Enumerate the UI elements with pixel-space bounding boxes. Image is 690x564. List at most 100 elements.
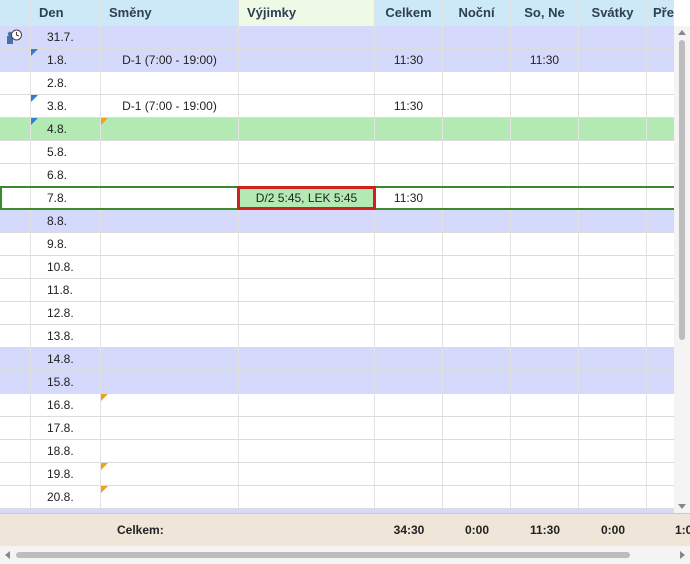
exception-cell[interactable] — [239, 440, 375, 462]
table-row[interactable]: 18.8. — [0, 440, 674, 463]
column-header-holidays[interactable]: Svátky — [579, 0, 647, 26]
shift-cell[interactable] — [101, 417, 239, 439]
vertical-scrollbar[interactable] — [674, 26, 690, 513]
exception-cell[interactable] — [239, 141, 375, 163]
shift-cell[interactable] — [101, 72, 239, 94]
table-row[interactable]: 14.8. — [0, 348, 674, 371]
clock-person-icon[interactable] — [6, 29, 22, 45]
exception-cell[interactable] — [239, 26, 375, 48]
table-row[interactable]: 20.8. — [0, 486, 674, 509]
night-cell — [443, 371, 511, 393]
overtime-cell — [647, 26, 674, 48]
horizontal-scroll-thumb[interactable] — [16, 552, 630, 558]
shift-cell[interactable] — [101, 440, 239, 462]
table-row[interactable]: 12.8. — [0, 302, 674, 325]
shift-cell[interactable] — [101, 486, 239, 508]
exception-cell[interactable] — [239, 233, 375, 255]
shift-cell[interactable] — [101, 302, 239, 324]
shift-cell[interactable] — [101, 26, 239, 48]
horizontal-scrollbar[interactable] — [0, 546, 690, 564]
shift-cell[interactable]: D-1 (7:00 - 19:00) — [101, 49, 239, 71]
day-label: 4.8. — [47, 122, 68, 136]
table-row[interactable]: 9.8. — [0, 233, 674, 256]
shift-cell[interactable] — [101, 279, 239, 301]
table-row[interactable]: 2.8. — [0, 72, 674, 95]
holidays-cell — [579, 49, 647, 71]
exception-cell[interactable] — [239, 279, 375, 301]
exception-cell[interactable] — [239, 164, 375, 186]
overtime-cell — [647, 394, 674, 416]
holidays-cell — [579, 440, 647, 462]
scroll-right-icon[interactable] — [680, 551, 685, 559]
table-row[interactable]: 31.7. — [0, 26, 674, 49]
exception-cell[interactable] — [239, 325, 375, 347]
column-header-night[interactable]: Noční — [443, 0, 511, 26]
table-row[interactable]: 17.8. — [0, 417, 674, 440]
exception-cell-highlighted[interactable]: D/2 5:45, LEK 5:45 — [237, 186, 376, 210]
note-marker-icon — [31, 95, 38, 102]
exception-cell[interactable] — [239, 49, 375, 71]
shift-cell[interactable] — [101, 325, 239, 347]
holidays-cell — [579, 141, 647, 163]
table-row[interactable]: 16.8. — [0, 394, 674, 417]
table-row[interactable]: 6.8. — [0, 164, 674, 187]
overtime-cell — [647, 302, 674, 324]
table-row[interactable]: 3.8. D-1 (7:00 - 19:00) 11:30 — [0, 95, 674, 118]
table-row[interactable]: 19.8. — [0, 463, 674, 486]
exception-cell[interactable] — [239, 210, 375, 232]
shift-cell[interactable] — [101, 371, 239, 393]
shift-cell[interactable] — [101, 394, 239, 416]
column-header-overtime[interactable]: Přest — [647, 0, 674, 26]
shift-cell[interactable] — [101, 256, 239, 278]
shift-cell[interactable] — [101, 141, 239, 163]
scroll-left-icon[interactable] — [5, 551, 10, 559]
weekend-cell — [511, 233, 579, 255]
row-icon-cell — [0, 279, 31, 301]
exception-cell[interactable] — [239, 348, 375, 370]
table-row[interactable]: 1.8. D-1 (7:00 - 19:00) 11:30 11:30 — [0, 49, 674, 72]
column-header-weekend[interactable]: So, Ne — [511, 0, 579, 26]
night-cell — [443, 164, 511, 186]
exception-cell[interactable] — [239, 72, 375, 94]
exception-cell[interactable] — [239, 394, 375, 416]
exception-cell[interactable] — [239, 486, 375, 508]
shift-cell[interactable] — [101, 118, 239, 140]
shift-cell[interactable] — [101, 463, 239, 485]
exception-cell[interactable] — [239, 371, 375, 393]
day-cell: 8.8. — [31, 210, 101, 232]
column-header-total[interactable]: Celkem — [375, 0, 443, 26]
weekend-cell — [511, 118, 579, 140]
exception-cell[interactable] — [239, 417, 375, 439]
night-cell — [443, 486, 511, 508]
vertical-scroll-thumb[interactable] — [679, 40, 685, 340]
scroll-up-icon[interactable] — [678, 30, 686, 35]
column-header-exceptions[interactable]: Výjimky — [239, 0, 375, 26]
shift-cell[interactable]: D-1 (7:00 - 19:00) — [101, 95, 239, 117]
weekend-cell: 11:30 — [511, 49, 579, 71]
night-cell — [443, 279, 511, 301]
shift-cell[interactable] — [101, 348, 239, 370]
row-icon-cell — [0, 210, 31, 232]
exception-cell[interactable] — [239, 256, 375, 278]
exception-cell[interactable] — [239, 95, 375, 117]
night-cell — [443, 440, 511, 462]
shift-cell[interactable] — [101, 164, 239, 186]
table-row[interactable]: 13.8. — [0, 325, 674, 348]
exception-cell[interactable] — [239, 463, 375, 485]
table-row[interactable]: 8.8. — [0, 210, 674, 233]
day-cell: 13.8. — [31, 325, 101, 347]
row-icon-cell — [0, 394, 31, 416]
weekend-cell — [511, 371, 579, 393]
scroll-down-icon[interactable] — [678, 504, 686, 509]
table-row[interactable]: 5.8. — [0, 141, 674, 164]
column-header-day[interactable]: Den — [31, 0, 101, 26]
column-header-shifts[interactable]: Směny — [101, 0, 239, 26]
table-row[interactable]: 15.8. — [0, 371, 674, 394]
exception-cell[interactable] — [239, 302, 375, 324]
exception-cell[interactable] — [239, 118, 375, 140]
shift-cell[interactable] — [101, 233, 239, 255]
table-row[interactable]: 10.8. — [0, 256, 674, 279]
table-row[interactable]: 4.8. — [0, 118, 674, 141]
shift-cell[interactable] — [101, 210, 239, 232]
table-row[interactable]: 11.8. — [0, 279, 674, 302]
